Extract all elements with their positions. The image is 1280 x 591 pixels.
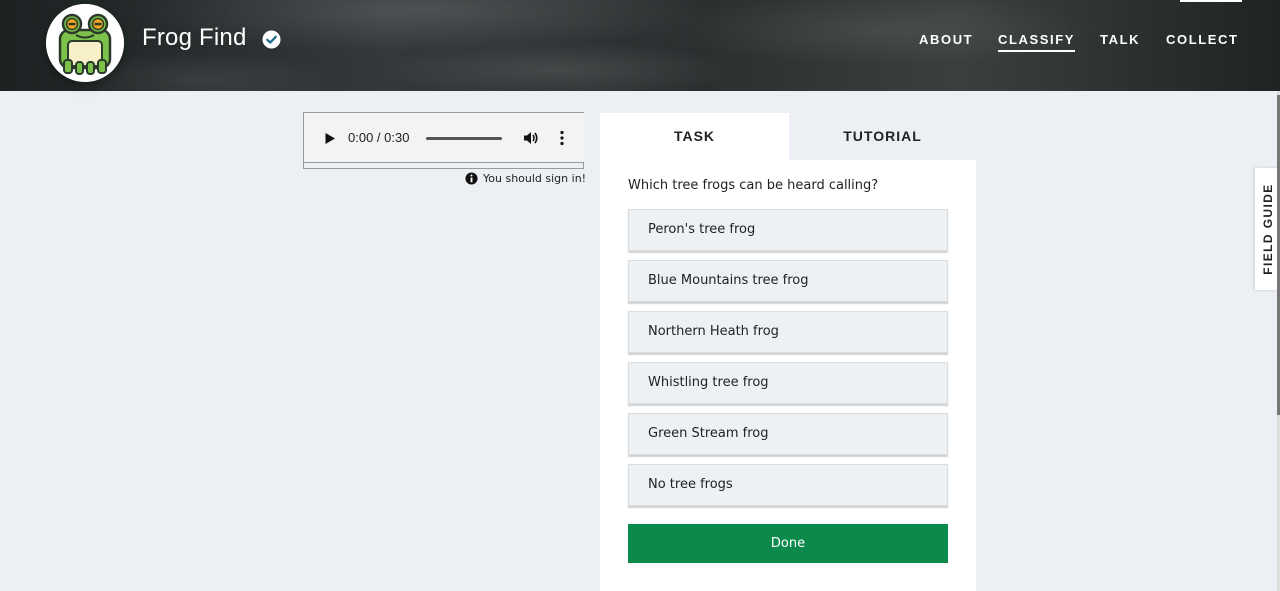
- done-button[interactable]: Done: [628, 524, 948, 563]
- answer-option[interactable]: Green Stream frog: [628, 413, 948, 455]
- project-header: Frog Find ABOUT CLASSIFY TALK COLLECT: [0, 0, 1280, 91]
- task-question: Which tree frogs can be heard calling?: [628, 178, 879, 193]
- info-icon: [465, 172, 478, 185]
- subject-viewer: 0:00 / 0:30: [303, 112, 584, 169]
- audio-time: 0:00 / 0:30: [348, 130, 410, 145]
- answer-option[interactable]: Peron's tree frog: [628, 209, 948, 251]
- volume-icon[interactable]: [523, 130, 539, 146]
- answer-option[interactable]: No tree frogs: [628, 464, 948, 506]
- field-guide-label: FIELD GUIDE: [1260, 183, 1275, 275]
- nav-classify[interactable]: CLASSIFY: [998, 32, 1076, 52]
- answer-option[interactable]: Blue Mountains tree frog: [628, 260, 948, 302]
- signin-note: You should sign in!: [465, 172, 586, 185]
- audio-progress-slider[interactable]: [426, 137, 502, 140]
- tab-tutorial[interactable]: TUTORIAL: [789, 113, 976, 160]
- nav-about[interactable]: ABOUT: [919, 32, 973, 47]
- tab-task[interactable]: TASK: [600, 113, 789, 160]
- more-vert-icon[interactable]: [554, 130, 570, 146]
- audio-player[interactable]: 0:00 / 0:30: [304, 113, 584, 163]
- task-panel: TASK TUTORIAL Which tree frogs can be he…: [600, 113, 976, 591]
- nav-talk[interactable]: TALK: [1100, 32, 1140, 47]
- answer-option[interactable]: Whistling tree frog: [628, 362, 948, 404]
- project-nav: ABOUT CLASSIFY TALK COLLECT: [0, 32, 1280, 56]
- header-top-tab[interactable]: [1180, 0, 1242, 2]
- play-icon[interactable]: [324, 132, 336, 145]
- nav-collect[interactable]: COLLECT: [1166, 32, 1239, 47]
- answer-option[interactable]: Northern Heath frog: [628, 311, 948, 353]
- signin-note-text: You should sign in!: [483, 172, 587, 185]
